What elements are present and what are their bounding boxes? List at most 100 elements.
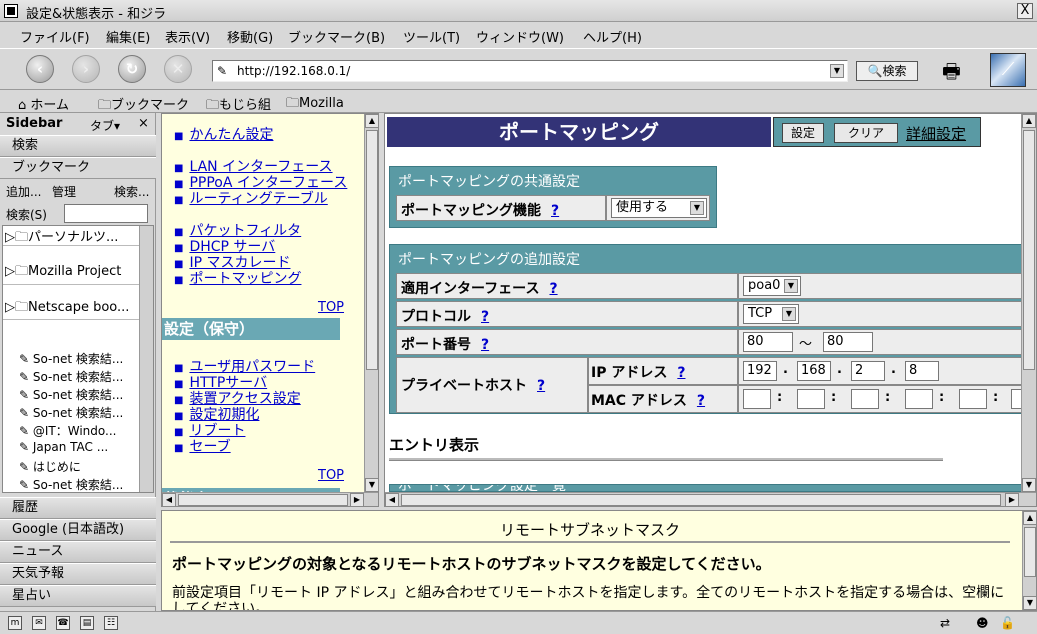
scroll-thumb[interactable] <box>366 130 378 370</box>
port-help-link[interactable]: ? <box>481 337 489 353</box>
window-menu-icon[interactable] <box>4 4 18 18</box>
proto-select[interactable]: TCP ▼ <box>743 304 799 324</box>
nav-frame-hscrollbar[interactable]: ◀ ▶ <box>162 492 378 506</box>
scroll-thumb[interactable] <box>401 494 1001 506</box>
menu-help[interactable]: ヘルプ(H) <box>583 27 642 46</box>
tree-bookmark-item[interactable]: ✎ @IT：Windo... <box>19 422 116 439</box>
lock-icon[interactable]: 🔓 <box>1000 616 1015 630</box>
function-select[interactable]: 使用する ▼ <box>611 198 707 218</box>
tree-bookmark-item[interactable]: ✎ So-net 検索結... <box>19 350 123 367</box>
security-info-icon[interactable]: ☻ <box>976 616 989 630</box>
menu-view[interactable]: 表示(V) <box>165 27 210 46</box>
ip-octet-3-input[interactable]: 2 <box>851 361 885 381</box>
proto-help-link[interactable]: ? <box>481 309 489 325</box>
reload-button[interactable]: ↻ <box>118 55 146 83</box>
menu-file[interactable]: ファイル(F) <box>20 27 90 46</box>
sidebar-tabs-menu[interactable]: タブ▾ <box>90 117 120 134</box>
navigator-icon[interactable]: m <box>8 616 22 630</box>
tree-bookmark-item[interactable]: ✎ So-net 検索結... <box>19 404 123 421</box>
sidebar-panel-weather[interactable]: 天気予報 <box>0 563 156 585</box>
scroll-up-icon[interactable]: ▲ <box>365 114 378 128</box>
address-book-icon[interactable]: ☷ <box>104 616 118 630</box>
sidebar-panel-bookmarks[interactable]: ブックマーク <box>0 157 156 179</box>
link-top[interactable]: TOP <box>318 300 344 315</box>
back-button[interactable]: ‹ <box>26 55 54 83</box>
url-dropdown-icon[interactable]: ▼ <box>830 64 844 78</box>
manage-bookmarks-button[interactable]: 管理 <box>52 183 76 200</box>
search-button[interactable]: 🔍検索 <box>856 61 918 81</box>
clear-button[interactable]: クリア <box>834 123 898 143</box>
url-bar[interactable]: ✎ http://192.168.0.1/ ▼ <box>212 60 848 82</box>
mac-octet-input[interactable] <box>959 389 987 409</box>
ip-octet-4-input[interactable]: 8 <box>905 361 939 381</box>
link-easy-setup[interactable]: かんたん設定 <box>174 124 273 144</box>
tree-folder-netscape[interactable]: ▷🗀Netscape boo... <box>5 298 129 320</box>
scroll-down-icon[interactable]: ▼ <box>1022 478 1036 492</box>
tree-bookmark-item[interactable]: ✎ はじめに <box>19 458 81 475</box>
scroll-thumb[interactable] <box>1024 527 1036 577</box>
scroll-left-icon[interactable]: ◀ <box>162 493 176 506</box>
mac-help-link[interactable]: ? <box>697 393 705 409</box>
sidebar-panel-news[interactable]: ニュース <box>0 541 156 563</box>
scroll-up-icon[interactable]: ▲ <box>1022 114 1036 128</box>
port-to-input[interactable]: 80 <box>823 332 873 352</box>
sidebar-panel-google[interactable]: Google (日本語改) <box>0 519 156 541</box>
scroll-right-icon[interactable]: ▶ <box>1005 493 1019 506</box>
port-from-input[interactable]: 80 <box>743 332 793 352</box>
content-vscrollbar[interactable]: ▲ ▼ <box>1021 114 1036 492</box>
mac-octet-input[interactable] <box>851 389 879 409</box>
menu-tools[interactable]: ツール(T) <box>403 27 460 46</box>
advanced-settings-link[interactable]: 詳細設定 <box>906 123 966 144</box>
mac-octet-input[interactable] <box>743 389 771 409</box>
online-status-icon[interactable]: ⇄ <box>940 616 950 630</box>
tree-folder-mozilla[interactable]: ▷🗀Mozilla Project <box>5 262 121 284</box>
iface-select[interactable]: poa0 ▼ <box>743 276 801 296</box>
tree-scrollbar[interactable] <box>139 226 153 492</box>
host-help-link[interactable]: ? <box>537 378 545 394</box>
tree-bookmark-item[interactable]: ✎ Japan TAC ... <box>19 440 108 454</box>
sidebar-panel-search[interactable]: 検索 <box>0 135 156 157</box>
link-top[interactable]: TOP <box>318 468 344 483</box>
composer-icon[interactable]: ▤ <box>80 616 94 630</box>
forward-button[interactable]: › <box>72 55 100 83</box>
ip-octet-1-input[interactable]: 192 <box>743 361 777 381</box>
scroll-down-icon[interactable]: ▼ <box>365 478 378 492</box>
ip-octet-2-input[interactable]: 168 <box>797 361 831 381</box>
iface-help-link[interactable]: ? <box>549 281 557 297</box>
mail-icon[interactable]: ✉ <box>32 616 46 630</box>
sidebar-search-input[interactable] <box>64 204 148 223</box>
content-hscrollbar[interactable]: ◀ ▶ <box>385 492 1036 506</box>
menu-edit[interactable]: 編集(E) <box>106 27 150 46</box>
add-bookmark-button[interactable]: 追加... <box>6 183 41 200</box>
tree-bookmark-item[interactable]: ✎ So-net 検索結... <box>19 386 123 403</box>
find-bookmark-button[interactable]: 検索... <box>114 183 149 200</box>
ip-help-link[interactable]: ? <box>677 365 685 381</box>
link-port-mapping[interactable]: ポートマッピング <box>174 268 301 288</box>
help-vscrollbar[interactable]: ▲ ▼ <box>1022 511 1036 610</box>
tree-folder-personal[interactable]: ▷🗀パーソナルツ... <box>5 226 118 250</box>
scroll-up-icon[interactable]: ▲ <box>1023 511 1036 525</box>
tree-bookmark-item[interactable]: ✎ So-net 検索結... <box>19 476 123 492</box>
sidebar-panel-horoscope[interactable]: 星占い <box>0 585 156 607</box>
scroll-left-icon[interactable]: ◀ <box>385 493 399 506</box>
chat-icon[interactable]: ☎ <box>56 616 70 630</box>
stop-button[interactable]: ✕ <box>164 55 192 83</box>
scroll-thumb[interactable] <box>178 494 348 506</box>
link-save[interactable]: セーブ <box>174 436 230 456</box>
menu-window[interactable]: ウィンドウ(W) <box>476 27 564 46</box>
link-routing-table[interactable]: ルーティングテーブル <box>174 188 327 208</box>
sidebar-close-icon[interactable]: × <box>138 116 149 131</box>
function-help-link[interactable]: ? <box>551 203 559 219</box>
close-window-button[interactable]: X <box>1017 3 1033 19</box>
mac-octet-input[interactable] <box>905 389 933 409</box>
nav-frame-vscrollbar[interactable]: ▲ ▼ <box>364 114 378 492</box>
menu-go[interactable]: 移動(G) <box>227 27 273 46</box>
scroll-down-icon[interactable]: ▼ <box>1023 596 1036 610</box>
set-button[interactable]: 設定 <box>782 123 824 143</box>
menu-bookmarks[interactable]: ブックマーク(B) <box>288 27 385 46</box>
tree-bookmark-item[interactable]: ✎ So-net 検索結... <box>19 368 123 385</box>
scroll-right-icon[interactable]: ▶ <box>350 493 364 506</box>
scroll-thumb[interactable] <box>1023 130 1035 370</box>
sidebar-panel-history[interactable]: 履歴 <box>0 497 156 519</box>
mac-octet-input[interactable] <box>797 389 825 409</box>
